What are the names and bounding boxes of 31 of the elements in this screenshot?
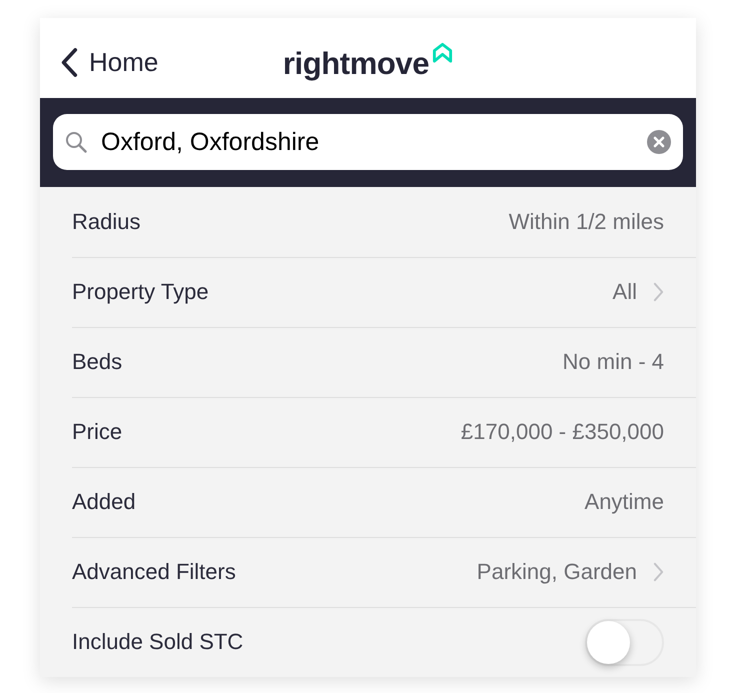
search-field[interactable]: Oxford, Oxfordshire [53,114,683,170]
close-icon [647,130,671,154]
filter-value: Within 1/2 miles [508,209,664,235]
chevron-left-icon [60,46,78,78]
logo-wordmark: rightmove [282,46,430,78]
back-button[interactable]: Home [58,44,160,80]
search-icon [65,131,87,153]
filter-label: Added [72,489,136,515]
filter-label: Price [72,419,122,445]
filter-value: Parking, Garden [476,559,637,585]
toggle-switch[interactable] [585,618,664,666]
filter-row[interactable]: Added Anytime [40,467,696,537]
filter-value: No min - 4 [562,349,664,375]
filter-label: Advanced Filters [72,559,236,585]
filter-value: £170,000 - £350,000 [460,419,664,445]
filter-value: All [612,279,637,305]
filter-label: Beds [72,349,122,375]
filter-value: Anytime [584,489,664,515]
filter-row[interactable]: Radius Within 1/2 miles [40,187,696,257]
filter-label: Include Sold STC [72,629,244,655]
chevron-right-icon [653,282,664,302]
filter-label: Radius [72,209,140,235]
house-icon [432,42,454,62]
filter-row[interactable]: Beds No min - 4 [40,327,696,397]
filter-row[interactable]: Property Type All [40,257,696,327]
filter-row[interactable]: Price £170,000 - £350,000 [40,397,696,467]
filter-label: Property Type [72,279,209,305]
clear-search-button[interactable] [647,130,671,154]
chevron-right-icon [653,562,664,582]
filter-row[interactable]: Include Sold STC [40,607,696,677]
filter-row[interactable]: Advanced Filters Parking, Garden [40,537,696,607]
